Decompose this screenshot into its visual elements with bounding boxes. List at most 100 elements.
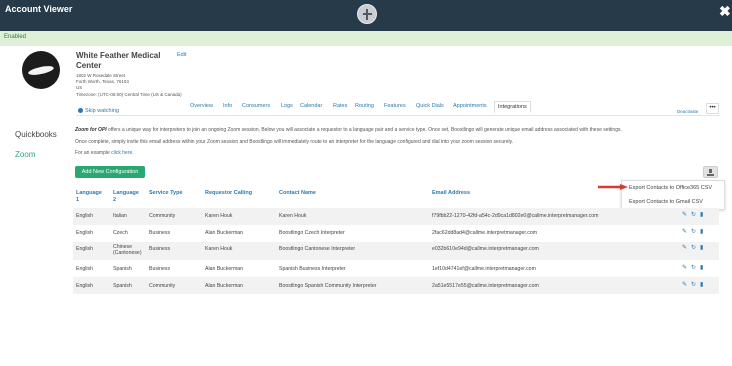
cell-language-2: Italian [113, 213, 127, 219]
red-arrow-icon [598, 184, 628, 190]
cell-language-1: English [76, 246, 94, 252]
cell-contact-name: Boostlingo Cantonese Interpreter [279, 246, 356, 252]
sidebar-item-zoom[interactable]: Zoom [15, 150, 35, 159]
example-link[interactable]: click here. [111, 150, 134, 156]
cell-email: 1ef10d4741ef@callme.interpretmanager.com [432, 266, 536, 272]
status-banner: Enabled [0, 31, 732, 46]
tab-appointments[interactable]: Appointments [453, 103, 487, 109]
cell-language-1: English [76, 266, 94, 272]
cell-service-type: Business [149, 246, 171, 252]
header-service-type[interactable]: Service Type [149, 190, 183, 197]
export-office365-item[interactable]: Export Contacts to Office365 CSV [629, 185, 712, 191]
intro-bold: Zoom for OPI [75, 127, 107, 133]
trash-icon[interactable]: ▮ [700, 212, 703, 219]
timezone: Timezone: (UTC-06:00) Central Time (US &… [76, 92, 182, 97]
cell-requestor: Alan Buckerman [205, 283, 244, 289]
eye-icon [78, 108, 83, 114]
tab-rates[interactable]: Rates [333, 103, 347, 109]
address-line-2: Forth Worth, Texas, 76104 [76, 79, 129, 84]
org-name: White Feather Medical Center [76, 51, 161, 70]
tab-routing[interactable]: Routing [355, 103, 374, 109]
tab-consumers[interactable]: Consumers [242, 103, 270, 109]
tab-quick-dials[interactable]: Quick Dials [416, 103, 444, 109]
cell-language-2: Czech [113, 230, 128, 236]
cell-requestor: Alan Buckerman [205, 266, 244, 272]
refresh-icon[interactable]: ↻ [691, 265, 696, 272]
tab-integrations[interactable]: Integrations [494, 101, 531, 113]
cell-language-1: English [76, 213, 94, 219]
table-row: English Chinese (Cantonese) Business Kar… [73, 242, 719, 260]
tab-features[interactable]: Features [384, 103, 406, 109]
cell-contact-name: Boostlingo Czech Interpreter [279, 230, 345, 236]
example-text: For an example click here. [75, 150, 134, 156]
example-prefix: For an example [75, 150, 112, 156]
trash-icon[interactable]: ▮ [700, 245, 703, 252]
header-requestor-calling[interactable]: Requestor Calling [205, 190, 252, 197]
header-language-2[interactable]: Language 2 [113, 190, 143, 204]
intro-rest: offers a unique way for interpreters to … [106, 127, 622, 133]
table-row: English Italian Community Karen Houk Kar… [73, 208, 719, 225]
more-options-button[interactable]: ••• [706, 103, 719, 114]
edit-link[interactable]: Edit [177, 52, 186, 58]
export-gmail-item[interactable]: Export Contacts to Gmail CSV [629, 199, 703, 205]
tab-overview[interactable]: Overview [190, 103, 213, 109]
tab-calendar[interactable]: Calendar [300, 103, 322, 109]
header-contact-name[interactable]: Contact Name [279, 190, 316, 197]
edit-icon[interactable]: ✎ [682, 245, 687, 252]
cell-requestor: Karen Houk [205, 213, 233, 219]
cell-language-2: Spanish [113, 266, 132, 272]
header-email-address[interactable]: Email Address [432, 190, 470, 197]
cell-contact-name: Spanish Business Interpreter [279, 266, 346, 272]
cell-language-2: Spanish [113, 283, 132, 289]
cell-language-2: Chinese (Cantonese) [113, 244, 142, 256]
top-bar: Account Viewer ✖ [0, 0, 732, 31]
header-language-1[interactable]: Language 1 [76, 190, 106, 204]
table-row: English Spanish Business Alan Buckerman … [73, 260, 719, 277]
cell-service-type: Business [149, 230, 171, 236]
tab-logs[interactable]: Logs [281, 103, 293, 109]
refresh-icon[interactable]: ↻ [691, 212, 696, 219]
avatar [22, 51, 60, 89]
window-title: Account Viewer [5, 4, 73, 14]
table-row: English Spanish Community Alan Buckerman… [73, 277, 719, 294]
skip-watching-label: Skip watching [85, 108, 119, 114]
trash-icon[interactable]: ▮ [700, 265, 703, 272]
download-icon[interactable] [703, 166, 718, 178]
cell-requestor: Karen Houk [205, 246, 233, 252]
cell-service-type: Community [149, 283, 176, 289]
cell-service-type: Business [149, 266, 171, 272]
tab-info[interactable]: Info [223, 103, 232, 109]
cell-contact-name: Karen Houk [279, 213, 307, 219]
deactivate-button[interactable]: Deactivate [677, 109, 698, 114]
cell-email: f79fbb22-1270-42fd-a54c-2d9ca1d802e0@cal… [432, 213, 599, 219]
address-country: US [76, 85, 83, 90]
status-text: Enabled [4, 34, 27, 40]
edit-icon[interactable]: ✎ [682, 265, 687, 272]
sidebar-item-quickbooks[interactable]: Quickbooks [15, 130, 57, 139]
cell-language-1: English [76, 283, 94, 289]
edit-icon[interactable]: ✎ [682, 212, 687, 219]
intro-text: Zoom for OPI offers a unique way for int… [75, 127, 622, 133]
instructions-text: Once complete, simply invite this email … [75, 139, 514, 145]
cell-email: 2fac62dd8ad4@callme.interpretmanager.com [432, 230, 538, 236]
cell-email: 2a51e5517e55@callme.interpretmanager.com [432, 283, 539, 289]
refresh-icon[interactable]: ↻ [691, 245, 696, 252]
edit-icon[interactable]: ✎ [682, 229, 687, 236]
skip-watching-link[interactable]: Skip watching [78, 108, 119, 114]
cell-requestor: Alan Buckerman [205, 230, 244, 236]
add-new-configuration-button[interactable]: Add New Configuration [75, 166, 145, 178]
refresh-icon[interactable]: ↻ [691, 282, 696, 289]
app-logo-icon [357, 4, 377, 24]
edit-icon[interactable]: ✎ [682, 282, 687, 289]
address-line-1: 1802 W Rosedale Street [76, 73, 126, 78]
close-icon[interactable]: ✖ [719, 3, 731, 20]
trash-icon[interactable]: ▮ [700, 229, 703, 236]
cell-service-type: Community [149, 213, 176, 219]
cell-email: e032b610e94d@callme.interpretmanager.com [432, 246, 539, 252]
table-row: English Czech Business Alan Buckerman Bo… [73, 225, 719, 242]
cell-contact-name: Boostlingo Spanish Community Interpreter [279, 283, 377, 289]
refresh-icon[interactable]: ↻ [691, 229, 696, 236]
export-dropdown: Export Contacts to Office365 CSV Export … [621, 180, 725, 210]
tab-divider [76, 115, 720, 116]
trash-icon[interactable]: ▮ [700, 282, 703, 289]
